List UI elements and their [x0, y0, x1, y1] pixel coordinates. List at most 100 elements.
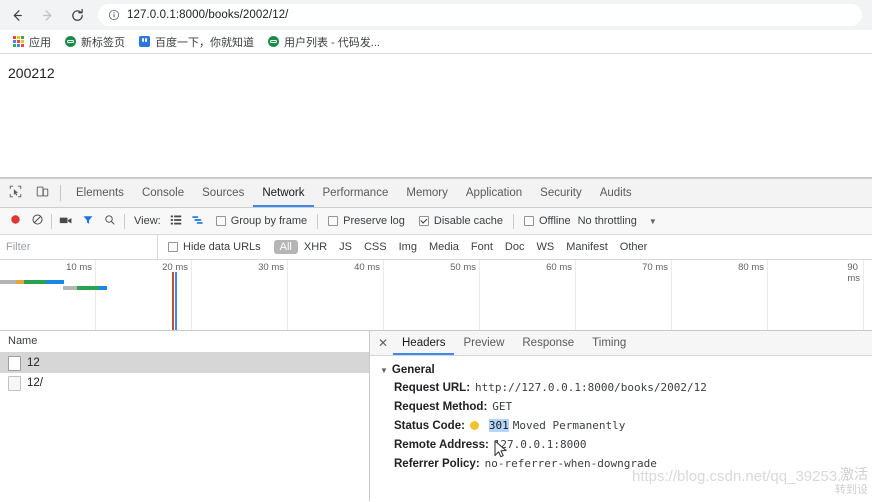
waterfall-segment-waiting	[24, 280, 46, 284]
camera-icon	[59, 214, 73, 229]
inspect-element-button[interactable]	[3, 181, 27, 205]
globe-icon	[65, 36, 76, 47]
general-section: ▼ General Request URL: http://127.0.0.1:…	[370, 356, 872, 470]
type-filter-ws[interactable]: WS	[530, 240, 560, 254]
header-row-remote-address: Remote Address: 127.0.0.1:8000	[394, 438, 872, 451]
type-filter-other[interactable]: Other	[614, 240, 654, 254]
hide-data-urls-checkbox[interactable]	[168, 242, 178, 252]
tab-console[interactable]: Console	[133, 180, 193, 207]
browser-window: 127.0.0.1:8000/books/2002/12/ 应用 新标签页 百度…	[0, 0, 872, 502]
offline-option[interactable]: Offline	[523, 215, 571, 227]
clear-button[interactable]	[26, 210, 48, 232]
type-filter-js[interactable]: JS	[333, 240, 358, 254]
waterfall-view-icon	[191, 214, 204, 229]
arrow-left-icon	[10, 8, 25, 23]
group-by-frame-checkbox[interactable]	[215, 216, 226, 226]
chevron-down-icon: ▼	[648, 216, 657, 226]
detail-tab-timing[interactable]: Timing	[583, 332, 635, 355]
throttling-value: No throttling	[577, 215, 637, 227]
timeline-tick: 70 ms	[642, 262, 668, 273]
type-filter-doc[interactable]: Doc	[499, 240, 531, 254]
type-filter-xhr[interactable]: XHR	[298, 240, 333, 254]
reload-icon	[70, 8, 85, 23]
header-value[interactable]: GET	[492, 400, 512, 413]
hide-data-urls-option[interactable]: Hide data URLs	[168, 241, 261, 253]
divider	[60, 185, 61, 201]
devtools-panel: Elements Console Sources Network Perform…	[0, 178, 872, 502]
tab-elements[interactable]: Elements	[67, 180, 133, 207]
status-code-text[interactable]: Moved Permanently	[513, 419, 626, 432]
browser-toolbar: 127.0.0.1:8000/books/2002/12/	[0, 0, 872, 30]
search-button[interactable]	[99, 210, 121, 232]
back-button[interactable]	[4, 2, 30, 28]
header-value[interactable]: no-referrer-when-downgrade	[485, 457, 657, 470]
bookmarks-bar: 应用 新标签页 百度一下，你就知道 用户列表 - 代码发...	[0, 30, 872, 54]
bookmark-baidu[interactable]: 百度一下，你就知道	[132, 32, 261, 52]
view-list-button[interactable]	[165, 210, 187, 232]
disable-cache-checkbox[interactable]	[418, 216, 429, 226]
group-by-frame-label: Group by frame	[230, 215, 308, 227]
tab-security[interactable]: Security	[531, 180, 591, 207]
address-bar[interactable]: 127.0.0.1:8000/books/2002/12/	[98, 4, 862, 26]
timeline-tick: 80 ms	[738, 262, 764, 273]
status-code-value[interactable]: 301	[488, 419, 509, 432]
detail-tab-preview[interactable]: Preview	[454, 332, 513, 355]
network-overview-timeline[interactable]: 10 ms 20 ms 30 ms 40 ms 50 ms 60 ms 70 m…	[0, 260, 872, 331]
bookmark-new-tab[interactable]: 新标签页	[58, 32, 132, 52]
detail-tab-headers[interactable]: Headers	[393, 332, 454, 355]
tab-network[interactable]: Network	[253, 180, 313, 207]
record-button[interactable]	[4, 210, 26, 232]
timeline-tick: 20 ms	[162, 262, 188, 273]
preserve-log-option[interactable]: Preserve log	[328, 215, 405, 227]
request-row-12[interactable]: 12	[0, 353, 369, 373]
document-icon	[8, 375, 21, 391]
type-filter-font[interactable]: Font	[465, 240, 499, 254]
general-section-header[interactable]: ▼ General	[380, 364, 872, 376]
column-header-name[interactable]: Name	[0, 331, 369, 353]
bookmark-apps[interactable]: 应用	[6, 32, 58, 52]
type-filter-img[interactable]: Img	[393, 240, 423, 254]
bookmark-label: 百度一下，你就知道	[155, 36, 254, 49]
header-row-request-url: Request URL: http://127.0.0.1:8000/books…	[394, 381, 872, 394]
filter-input[interactable]: Filter	[0, 235, 158, 259]
baidu-icon	[139, 36, 150, 47]
device-toolbar-button[interactable]	[30, 181, 54, 205]
disable-cache-option[interactable]: Disable cache	[418, 215, 503, 227]
tab-sources[interactable]: Sources	[193, 180, 253, 207]
waterfall-segment-download	[99, 286, 107, 290]
reload-button[interactable]	[64, 2, 90, 28]
load-event-marker	[175, 272, 177, 330]
bookmark-label: 应用	[29, 36, 51, 49]
tab-performance[interactable]: Performance	[314, 180, 398, 207]
type-filter-all[interactable]: All	[273, 240, 298, 254]
magnifier-icon	[104, 214, 116, 229]
header-row-request-method: Request Method: GET	[394, 400, 872, 413]
forward-button[interactable]	[34, 2, 60, 28]
timeline-tick: 30 ms	[258, 262, 284, 273]
type-filter-media[interactable]: Media	[423, 240, 465, 254]
close-icon[interactable]: ✕	[373, 336, 393, 350]
detail-tab-response[interactable]: Response	[513, 332, 583, 355]
disable-cache-label: Disable cache	[433, 215, 503, 227]
info-circle-icon[interactable]	[108, 9, 120, 21]
capture-screenshots-button[interactable]	[55, 210, 77, 232]
throttling-select[interactable]: No throttling ▼	[578, 215, 657, 227]
timeline-tick: 60 ms	[546, 262, 572, 273]
filter-toggle-button[interactable]	[77, 210, 99, 232]
header-value[interactable]: http://127.0.0.1:8000/books/2002/12	[475, 381, 707, 394]
waterfall-segment-waiting	[77, 286, 99, 290]
address-bar-url: 127.0.0.1:8000/books/2002/12/	[127, 9, 289, 21]
network-toolbar: View: Group by frame Preserve log Disabl…	[0, 208, 872, 235]
tab-audits[interactable]: Audits	[591, 180, 641, 207]
offline-checkbox[interactable]	[523, 216, 534, 226]
bookmark-user-list[interactable]: 用户列表 - 代码发...	[261, 32, 387, 52]
request-row-12-slash[interactable]: 12/	[0, 373, 369, 393]
tab-memory[interactable]: Memory	[397, 180, 457, 207]
tab-application[interactable]: Application	[457, 180, 531, 207]
type-filter-manifest[interactable]: Manifest	[560, 240, 614, 254]
preserve-log-checkbox[interactable]	[328, 216, 339, 226]
view-waterfall-button[interactable]	[187, 210, 209, 232]
preserve-log-label: Preserve log	[343, 215, 405, 227]
group-by-frame-option[interactable]: Group by frame	[215, 215, 308, 227]
type-filter-css[interactable]: CSS	[358, 240, 393, 254]
